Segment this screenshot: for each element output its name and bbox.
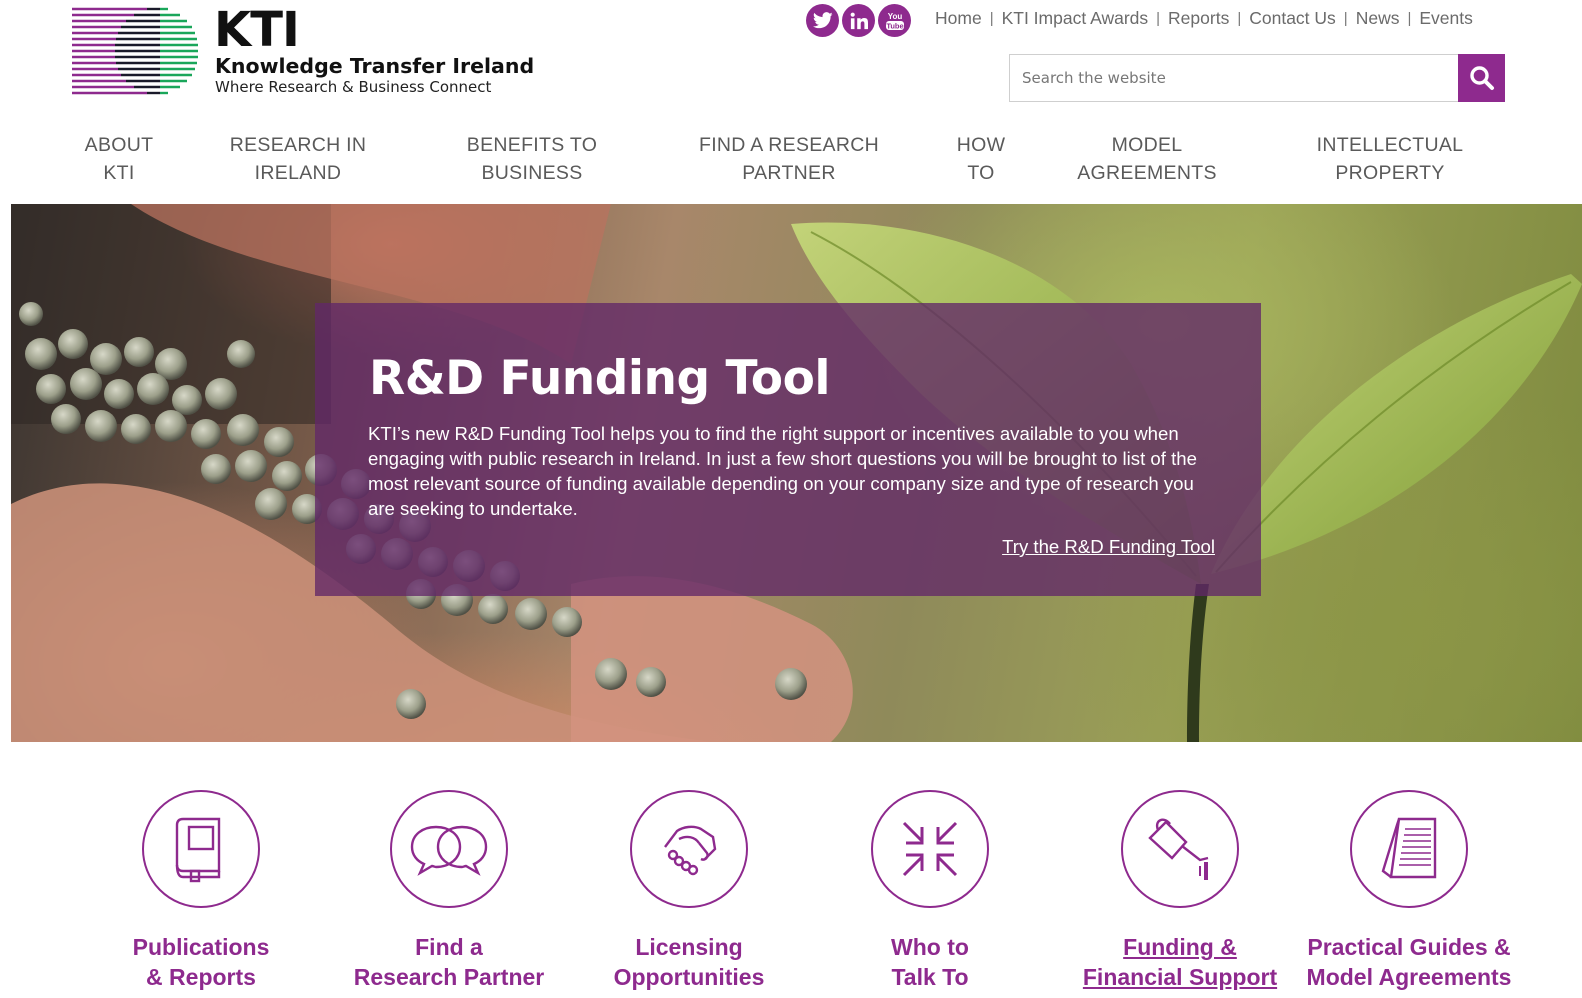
speech-bubbles-icon [410,825,488,876]
feature-label-line: Talk To [891,964,969,990]
logo-kti-text: KTI [214,2,300,58]
watering-can-icon [1148,818,1209,880]
feature-label-line: Opportunities [613,964,765,990]
search-button[interactable] [1458,54,1505,102]
nav-label-line: BENEFITS TO [466,134,598,156]
linkedin-icon[interactable] [842,4,875,37]
top-utility-nav: Home | KTI Impact Awards | Reports | Con… [935,8,1473,29]
feature-label-line: Funding & [1123,934,1237,960]
search-icon [1469,66,1494,90]
feature-label-line: Publications [132,934,270,960]
kti-logo-mark-icon [72,7,198,95]
nav-model-agreements[interactable]: MODEL AGREEMENTS [1077,132,1217,187]
nav-research-in-ireland[interactable]: RESEARCH IN IRELAND [230,132,367,187]
feature-who-to-talk-to[interactable]: Who to Talk To [820,790,1040,992]
feature-funding-financial-support[interactable]: Funding & Financial Support [1070,790,1290,992]
feature-label: Publications & Reports [91,932,311,992]
feature-label-line: Practical Guides & [1307,934,1511,960]
social-links: You Tube [806,4,911,37]
separator: | [1343,10,1348,27]
search-input[interactable] [1009,54,1458,102]
feature-label: Funding & Financial Support [1070,932,1290,992]
nav-label-line: TO [967,161,995,184]
nav-label-line: INTELLECTUAL [1316,134,1464,156]
feature-label: Practical Guides & Model Agreements [1299,932,1519,992]
nav-label-line: RESEARCH IN [229,134,367,156]
feature-label: Licensing Opportunities [579,932,799,992]
toplink-impact-awards[interactable]: KTI Impact Awards [1002,8,1149,29]
feature-find-research-partner[interactable]: Find a Research Partner [339,790,559,992]
nav-find-research-partner[interactable]: FIND A RESEARCH PARTNER [699,132,879,187]
feature-icon-circle [1121,790,1239,908]
feature-label-line: Licensing [635,934,743,960]
hero-title: R&D Funding Tool [369,351,830,406]
hero-banner: R&D Funding Tool KTI’s new R&D Funding T… [11,204,1582,742]
nav-label-line: HOW [956,134,1006,156]
nav-label-line: AGREEMENTS [1077,161,1217,184]
feature-label-line: Research Partner [353,964,545,990]
separator: | [989,10,994,27]
logo-name-text: Knowledge Transfer Ireland [215,54,535,78]
toplink-events[interactable]: Events [1419,8,1473,29]
feature-label-line: Financial Support [1082,964,1278,990]
handshake-icon [664,825,717,876]
nav-label-line: FIND A RESEARCH [698,134,880,156]
document-pages-icon [1381,817,1437,879]
feature-icon-circle [142,790,260,908]
nav-about-kti[interactable]: ABOUT KTI [85,132,154,187]
twitter-icon[interactable] [806,4,839,37]
nav-label-line: ABOUT [84,134,154,156]
nav-label-line: BUSINESS [481,161,583,184]
feature-label: Find a Research Partner [339,932,559,992]
logo-tagline: Where Research & Business Connect [215,78,492,96]
feature-label-line: Who to [891,934,969,960]
feature-publications-reports[interactable]: Publications & Reports [91,790,311,992]
feature-practical-guides-model-agreements[interactable]: Practical Guides & Model Agreements [1299,790,1519,992]
separator: | [1237,10,1242,27]
feature-label: Who to Talk To [820,932,1040,992]
arrows-inward-icon [902,821,958,877]
nav-how-to[interactable]: HOW TO [957,132,1006,187]
separator: | [1407,10,1412,27]
hero-overlay-panel: R&D Funding Tool KTI’s new R&D Funding T… [315,303,1261,596]
feature-label-line: & Reports [146,964,256,990]
svg-text:Tube: Tube [886,21,903,30]
nav-label-line: MODEL [1111,134,1183,156]
book-icon [175,817,221,883]
hero-description: KTI’s new R&D Funding Tool helps you to … [368,423,1197,519]
feature-label-line: Find a [415,934,483,960]
nav-label-line: IRELAND [254,161,342,184]
feature-icon-circle [1350,790,1468,908]
nav-label-line: KTI [103,161,135,184]
try-funding-tool-link[interactable]: Try the R&D Funding Tool [1002,536,1215,558]
feature-licensing-opportunities[interactable]: Licensing Opportunities [579,790,799,992]
kti-logo[interactable]: KTI Knowledge Transfer Ireland Where Res… [72,2,542,98]
toplink-home[interactable]: Home [935,8,982,29]
nav-benefits-to-business[interactable]: BENEFITS TO BUSINESS [467,132,597,187]
toplink-news[interactable]: News [1356,8,1400,29]
toplink-contact-us[interactable]: Contact Us [1249,8,1336,29]
search-bar [1009,54,1505,102]
nav-intellectual-property[interactable]: INTELLECTUAL PROPERTY [1317,132,1464,187]
feature-icon-circle [630,790,748,908]
toplink-reports[interactable]: Reports [1168,8,1229,29]
svg-text:You: You [887,12,902,21]
feature-label-line: Model Agreements [1306,964,1512,990]
separator: | [1156,10,1161,27]
nav-label-line: PROPERTY [1335,161,1445,184]
feature-icon-circle [390,790,508,908]
main-navigation: ABOUT KTI RESEARCH IN IRELAND BENEFITS T… [0,132,1582,192]
youtube-icon[interactable]: You Tube [878,4,911,37]
nav-label-line: PARTNER [742,161,836,184]
feature-icon-circle [871,790,989,908]
